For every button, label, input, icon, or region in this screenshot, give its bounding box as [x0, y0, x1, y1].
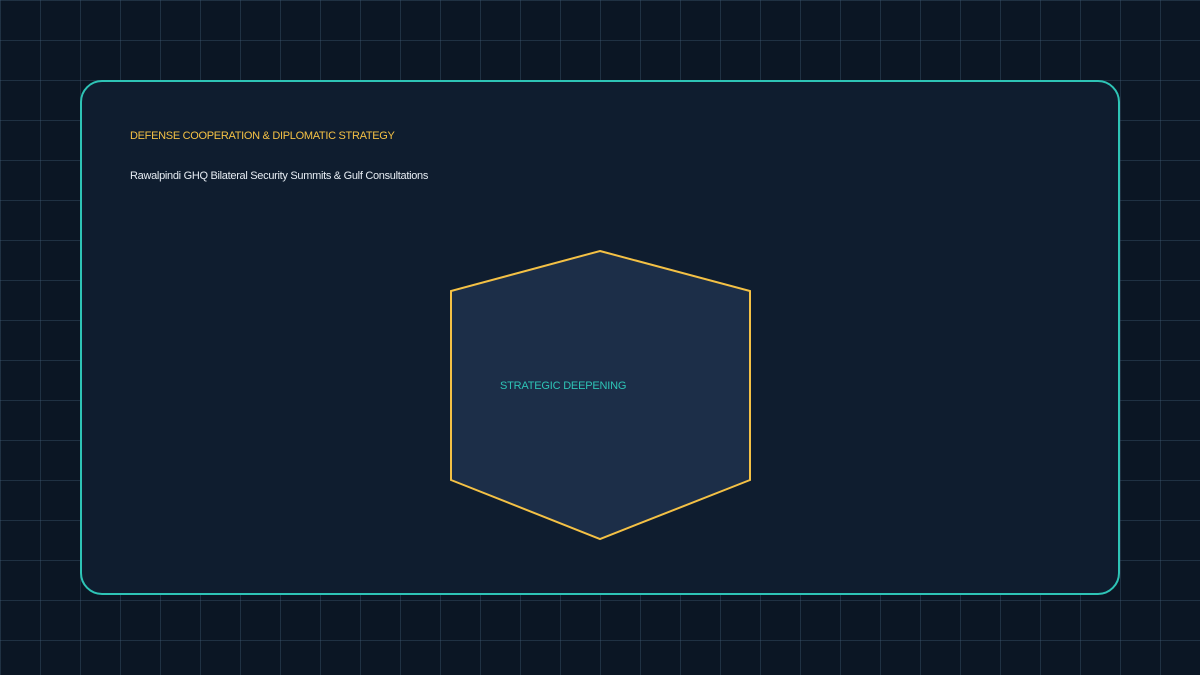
content-panel: DEFENSE COOPERATION & DIPLOMATIC STRATEG… — [80, 80, 1120, 595]
slide-subtitle: Rawalpindi GHQ Bilateral Security Summit… — [130, 170, 429, 182]
section-eyebrow: DEFENSE COOPERATION & DIPLOMATIC STRATEG… — [130, 130, 395, 142]
